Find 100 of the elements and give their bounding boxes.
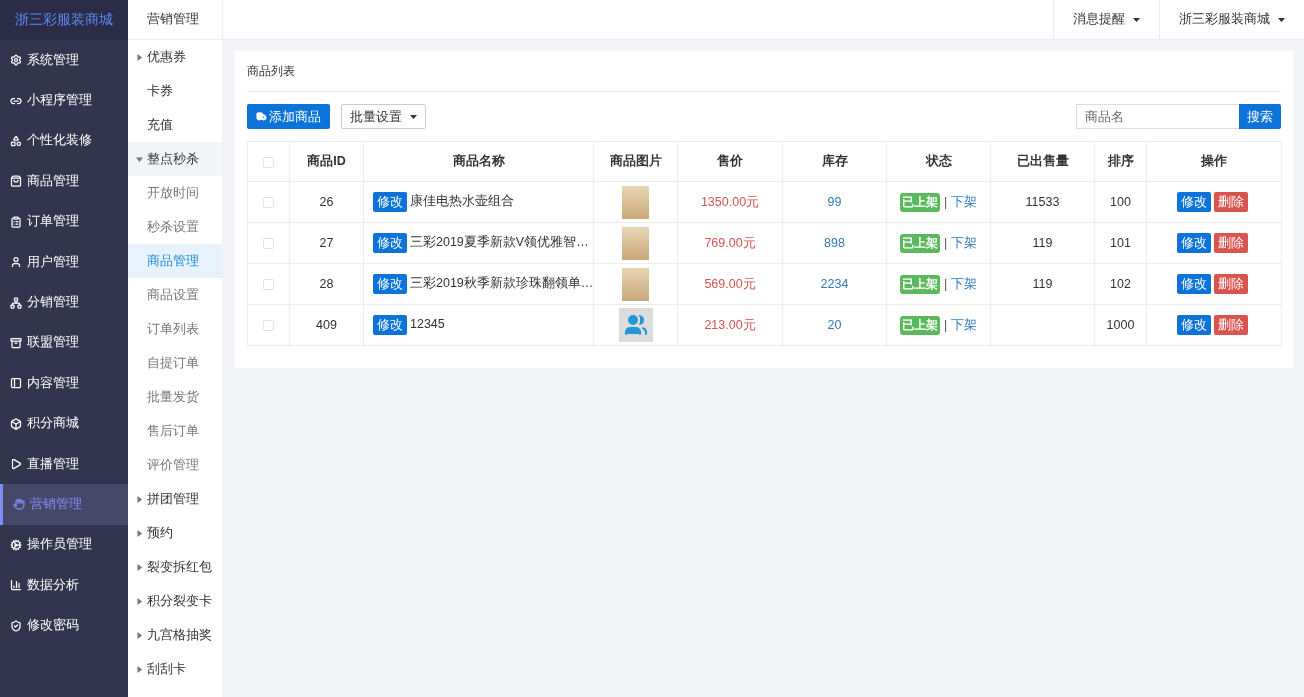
column-header: 售价 xyxy=(717,154,743,168)
edit-button[interactable]: 修改 xyxy=(1177,274,1211,294)
sidebar-item[interactable]: 操作员管理 xyxy=(0,524,128,566)
submenu-item[interactable]: 开放时间 xyxy=(128,176,222,210)
submenu-item[interactable]: 秒杀设置 xyxy=(128,210,222,244)
caret-right-icon xyxy=(136,631,143,639)
submenu-item[interactable]: 自提订单 xyxy=(128,346,222,380)
column-header: 商品名称 xyxy=(452,154,505,168)
checkbox[interactable] xyxy=(263,279,274,291)
checkbox[interactable] xyxy=(263,197,274,209)
add-product-button[interactable]: 添加商品 xyxy=(247,104,330,129)
shapes-icon xyxy=(10,134,22,147)
unlist-link[interactable]: 下架 xyxy=(951,317,978,332)
submenu-item[interactable]: 商品设置 xyxy=(128,278,222,312)
delete-button[interactable]: 删除 xyxy=(1214,233,1248,253)
submenu-group[interactable]: 优惠券 xyxy=(128,40,222,74)
product-name: 康佳电热水壶组合 xyxy=(410,194,514,209)
sidebar-item[interactable]: 个性化装修 xyxy=(0,120,128,162)
bag-icon xyxy=(10,175,22,188)
play-icon xyxy=(10,458,22,471)
caret-down-icon xyxy=(136,155,143,163)
sidebar-item[interactable]: 系统管理 xyxy=(0,40,128,81)
submenu-group[interactable]: 刮刮卡 xyxy=(128,652,222,686)
stock-text: 2234 xyxy=(820,277,849,291)
price-text: 213.00元 xyxy=(704,317,756,332)
edit-button[interactable]: 修改 xyxy=(373,274,407,294)
submenu-item[interactable]: 订单列表 xyxy=(128,312,222,346)
caret-right-icon xyxy=(136,53,143,61)
clipboard-icon xyxy=(10,215,22,228)
topbar-menu[interactable]: 消息提醒 xyxy=(1053,0,1159,39)
column-header: 操作 xyxy=(1201,154,1227,168)
product-name: 三彩2019秋季新款珍珠翻领单… xyxy=(410,276,594,291)
separator-text: | xyxy=(943,276,948,291)
user-icon xyxy=(10,256,22,269)
unlist-link[interactable]: 下架 xyxy=(951,235,978,250)
unlist-link[interactable]: 下架 xyxy=(951,194,978,209)
sidebar-item[interactable]: 数据分析 xyxy=(0,565,128,606)
submenu-group[interactable]: 预约 xyxy=(128,516,222,550)
product-name: 三彩2019夏季新款V领优雅智… xyxy=(410,235,589,250)
edit-button[interactable]: 修改 xyxy=(373,192,407,212)
stock-text: 20 xyxy=(827,318,842,332)
edit-button[interactable]: 修改 xyxy=(1177,233,1211,253)
sidebar-item[interactable]: 修改密码 xyxy=(0,605,128,646)
status-tag: 已上架 xyxy=(899,192,940,212)
edit-button[interactable]: 修改 xyxy=(1177,192,1211,212)
table-cell: 27 xyxy=(319,236,334,250)
sidebar-item[interactable]: 营销管理 xyxy=(0,484,128,525)
delete-button[interactable]: 删除 xyxy=(1214,274,1248,294)
caret-right-icon xyxy=(136,495,143,503)
submenu-item[interactable]: 评价管理 xyxy=(128,448,222,482)
delete-button[interactable]: 删除 xyxy=(1214,315,1248,335)
sidebar-item[interactable]: 小程序管理 xyxy=(0,80,128,121)
table-cell: 1000 xyxy=(1106,318,1135,332)
search-button[interactable]: 搜索 xyxy=(1239,104,1281,129)
sidebar-item[interactable]: 用户管理 xyxy=(0,241,128,283)
search-field[interactable]: 商品名 xyxy=(1076,104,1239,129)
column-header: 排序 xyxy=(1107,154,1134,168)
price-text: 1350.00元 xyxy=(700,194,760,209)
submenu-item[interactable]: 卡券 xyxy=(128,74,222,108)
batch-settings-button[interactable]: 批量设置 xyxy=(341,104,426,129)
sidebar-item[interactable]: 商品管理 xyxy=(0,161,128,202)
unlist-link[interactable]: 下架 xyxy=(951,276,978,291)
checkbox[interactable] xyxy=(263,320,274,332)
checkbox[interactable] xyxy=(263,156,274,168)
submenu-group[interactable]: 整点秒杀 xyxy=(128,142,222,176)
truck-icon xyxy=(256,111,267,122)
sidebar-item[interactable]: 联盟管理 xyxy=(0,322,128,364)
column-header: 已出售量 xyxy=(1016,154,1069,168)
sidebar-item[interactable]: 直播管理 xyxy=(0,443,128,485)
network-icon xyxy=(10,296,22,309)
caret-right-icon xyxy=(136,597,143,605)
delete-button[interactable]: 删除 xyxy=(1214,192,1248,212)
edit-button[interactable]: 修改 xyxy=(373,315,407,335)
photo-placeholder xyxy=(622,226,649,260)
sidebar-item[interactable]: 内容管理 xyxy=(0,363,128,404)
photo-placeholder xyxy=(622,185,649,219)
sidebar-item[interactable]: 分销管理 xyxy=(0,282,128,323)
sidebar-item[interactable]: 积分商城 xyxy=(0,403,128,444)
submenu-group[interactable]: 裂变拆红包 xyxy=(128,550,222,584)
checkbox[interactable] xyxy=(263,238,274,250)
status-tag: 已上架 xyxy=(899,315,940,335)
submenu-item[interactable]: 充值 xyxy=(128,108,222,142)
submenu-item[interactable]: 商品管理 xyxy=(128,244,222,278)
box-icon xyxy=(10,417,22,430)
topbar-menu[interactable]: 浙三彩服装商城 xyxy=(1159,0,1304,39)
submenu-group[interactable]: 拼团管理 xyxy=(128,482,222,516)
edit-button[interactable]: 修改 xyxy=(373,233,407,253)
status-tag: 已上架 xyxy=(899,274,940,294)
status-tag: 已上架 xyxy=(899,233,940,253)
column-header: 状态 xyxy=(925,154,952,168)
submenu-item[interactable]: 售后订单 xyxy=(128,414,222,448)
edit-button[interactable]: 修改 xyxy=(1177,315,1211,335)
submenu-group[interactable]: 九宫格抽奖 xyxy=(128,618,222,652)
table-cell: 101 xyxy=(1110,236,1131,250)
column-header: 库存 xyxy=(821,154,848,168)
table-cell: 119 xyxy=(1032,236,1053,250)
submenu-item[interactable]: 批量发货 xyxy=(128,380,222,414)
separator-text: | xyxy=(943,194,948,209)
sidebar-item[interactable]: 订单管理 xyxy=(0,201,128,242)
submenu-group[interactable]: 积分裂变卡 xyxy=(128,584,222,618)
